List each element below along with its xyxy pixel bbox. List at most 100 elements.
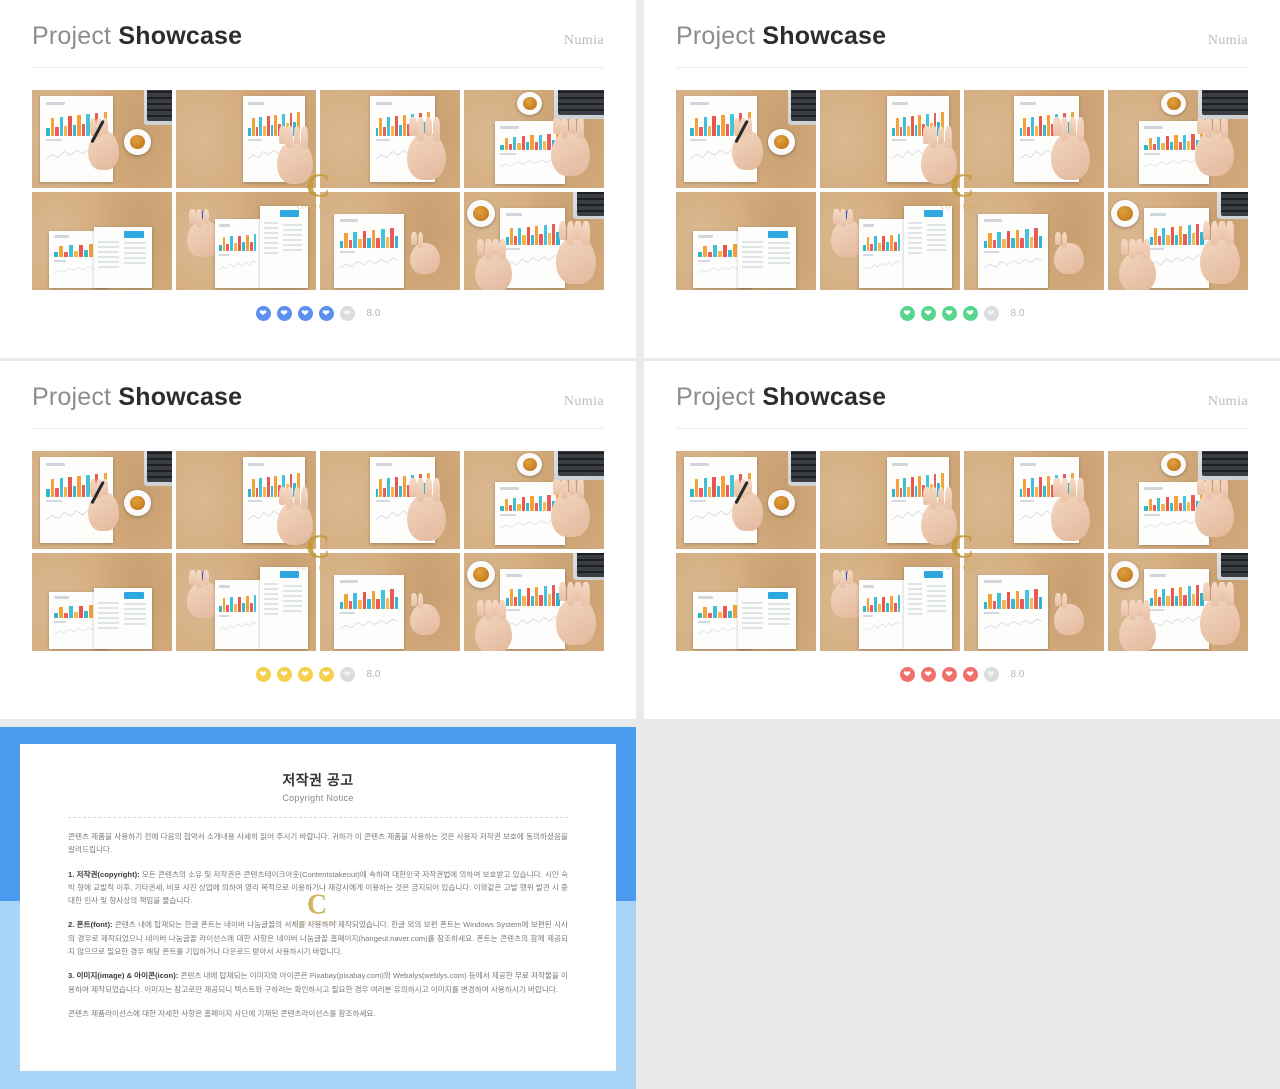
heart-icon[interactable]: ❤ <box>297 306 313 321</box>
thumbnail-image[interactable] <box>32 553 172 651</box>
thumbnail-image[interactable] <box>1108 553 1248 651</box>
thumbnail-grid[interactable]: C CONTENTS <box>676 90 1248 290</box>
thumbnail-image[interactable] <box>676 90 816 188</box>
thumbnail-image[interactable] <box>676 553 816 651</box>
hand <box>1053 232 1085 275</box>
thumbnail-image[interactable] <box>964 553 1104 651</box>
thumbnail-image[interactable] <box>464 192 604 290</box>
doc-paper <box>260 205 308 289</box>
rating-score: 8.0 <box>366 308 381 319</box>
thumbnail-image[interactable] <box>176 90 316 188</box>
thumbnail-image[interactable] <box>964 90 1104 188</box>
thumbnail-image[interactable] <box>820 553 960 651</box>
copyright-panel: 저작권 공고 Copyright Notice 콘텐츠 제품을 사용하기 전에 … <box>0 727 636 1089</box>
showcase-panel-2[interactable]: Project Showcase Numia C CONTENTS ❤ ❤ ❤ ❤ ❤ 8.… <box>644 0 1280 358</box>
thumbnail-image[interactable] <box>176 451 316 549</box>
thumbnail-image[interactable] <box>1108 90 1248 188</box>
copyright-intro: 콘텐츠 제품을 사용하기 전에 다음의 협약서 소개내용 사세히 읽어 주시기 … <box>68 832 568 855</box>
heart-icon[interactable]: ❤ <box>318 667 334 682</box>
panel-content: Project Showcase Numia C CONTENTS <box>0 361 636 651</box>
heart-icon[interactable]: ❤ <box>297 667 313 682</box>
copyright-title: 저작권 공고 <box>282 772 354 788</box>
heart-icon[interactable]: ❤ <box>255 667 271 682</box>
heart-icon[interactable]: ❤ <box>983 667 999 682</box>
thumbnail-image[interactable] <box>32 451 172 549</box>
page-title: Project Showcase <box>676 22 886 51</box>
thumbnail-image[interactable] <box>464 90 604 188</box>
doc-paper <box>904 205 952 289</box>
title-bold: Showcase <box>118 22 243 50</box>
heart-icon[interactable]: ❤ <box>941 667 957 682</box>
doc-paper <box>737 588 797 650</box>
thumbnail-image[interactable] <box>820 192 960 290</box>
heart-icon[interactable]: ❤ <box>255 306 271 321</box>
chart-paper <box>334 213 404 289</box>
hand <box>1050 117 1090 181</box>
chart-paper <box>215 580 260 650</box>
copyright-section-1: 1. 저작권(copyright): 모든 콘텐츠의 소유 및 저작권은 콘텐츠… <box>68 868 568 908</box>
panel-header: Project Showcase Numia <box>676 22 1248 68</box>
thumbnail-image[interactable] <box>320 90 460 188</box>
heart-icon[interactable]: ❤ <box>920 667 936 682</box>
heart-icon[interactable]: ❤ <box>962 306 978 321</box>
thumbnail-image[interactable] <box>820 451 960 549</box>
thumbnail-image[interactable] <box>320 451 460 549</box>
hand <box>550 476 590 538</box>
thumbnail-image[interactable] <box>964 192 1104 290</box>
thumbnail-grid[interactable]: C CONTENTS <box>32 451 604 651</box>
rating-row[interactable]: ❤ ❤ ❤ ❤ ❤ 8.0 <box>644 651 1280 696</box>
doc-paper <box>904 566 952 650</box>
showcase-panel-1[interactable]: Project Showcase Numia C CONTENTS ❤ ❤ ❤ ❤ ❤ 8.… <box>0 0 636 358</box>
hand <box>475 600 512 651</box>
chart-paper <box>978 213 1048 289</box>
doc-paper <box>93 588 153 650</box>
rating-score: 8.0 <box>366 669 381 680</box>
thumbnail-image[interactable] <box>1108 192 1248 290</box>
heart-icon[interactable]: ❤ <box>920 306 936 321</box>
thumbnail-image[interactable] <box>320 192 460 290</box>
rating-row[interactable]: ❤ ❤ ❤ ❤ ❤ 8.0 <box>644 290 1280 335</box>
copyright-footer: 콘텐츠 제품라이선스에 대한 자세한 사항은 홈페이지 사단에 기재된 콘텐츠라… <box>68 1008 376 1018</box>
showcase-panel-4[interactable]: Project Showcase Numia C CONTENTS ❤ ❤ ❤ ❤ ❤ 8.… <box>644 361 1280 719</box>
heart-icon[interactable]: ❤ <box>318 306 334 321</box>
thumbnail-image[interactable] <box>1108 451 1248 549</box>
hand <box>475 239 512 290</box>
chart-paper <box>215 219 260 289</box>
rating-row[interactable]: ❤ ❤ ❤ ❤ ❤ 8.0 <box>0 651 636 696</box>
heart-icon[interactable]: ❤ <box>899 667 915 682</box>
showcase-panel-3[interactable]: Project Showcase Numia C CONTENTS ❤ ❤ ❤ ❤ ❤ 8.… <box>0 361 636 719</box>
chart-paper <box>859 580 904 650</box>
rating-score: 8.0 <box>1010 308 1025 319</box>
panel-header: Project Showcase Numia <box>676 383 1248 429</box>
hand <box>406 478 446 542</box>
thumbnail-image[interactable] <box>320 553 460 651</box>
heart-icon[interactable]: ❤ <box>339 306 355 321</box>
thumbnail-image[interactable] <box>820 90 960 188</box>
page-title: Project Showcase <box>32 383 242 412</box>
heart-icon[interactable]: ❤ <box>339 667 355 682</box>
thumbnail-grid[interactable]: C CONTENTS <box>32 90 604 290</box>
heart-icon[interactable]: ❤ <box>962 667 978 682</box>
thumbnail-image[interactable] <box>464 451 604 549</box>
thumbnail-image[interactable] <box>964 451 1104 549</box>
panel-header: Project Showcase Numia <box>32 383 604 429</box>
heart-icon[interactable]: ❤ <box>941 306 957 321</box>
hand <box>1119 600 1156 651</box>
title-bold: Showcase <box>762 22 887 50</box>
thumbnail-image[interactable] <box>32 192 172 290</box>
thumbnail-image[interactable] <box>32 90 172 188</box>
thumbnail-image[interactable] <box>464 553 604 651</box>
heart-icon[interactable]: ❤ <box>276 306 292 321</box>
title-bold: Showcase <box>118 383 243 411</box>
heart-icon[interactable]: ❤ <box>276 667 292 682</box>
heart-icon[interactable]: ❤ <box>983 306 999 321</box>
thumbnail-image[interactable] <box>176 553 316 651</box>
heart-icon[interactable]: ❤ <box>899 306 915 321</box>
rating-row[interactable]: ❤ ❤ ❤ ❤ ❤ 8.0 <box>0 290 636 335</box>
hand <box>920 487 958 546</box>
thumbnail-image[interactable] <box>676 451 816 549</box>
thumbnail-image[interactable] <box>176 192 316 290</box>
hand <box>1194 476 1234 538</box>
thumbnail-image[interactable] <box>676 192 816 290</box>
thumbnail-grid[interactable]: C CONTENTS <box>676 451 1248 651</box>
